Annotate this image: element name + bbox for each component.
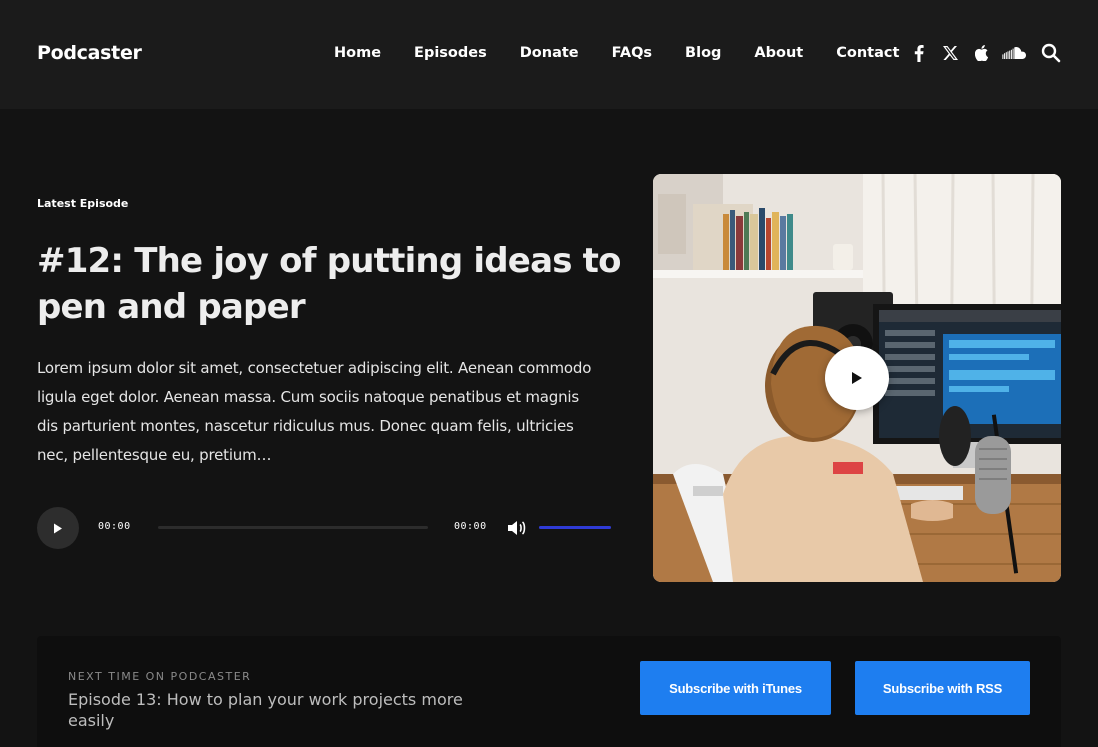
site-logo[interactable]: Podcaster: [37, 42, 142, 64]
episode-description: Lorem ipsum dolor sit amet, consectetuer…: [37, 359, 592, 464]
x-icon[interactable]: [939, 42, 961, 64]
nav-blog[interactable]: Blog: [685, 45, 721, 61]
social-links: [908, 42, 1036, 64]
episode-title[interactable]: #12: The joy of putting ideas to pen and…: [37, 238, 627, 330]
play-icon: [852, 372, 862, 384]
nav-faqs[interactable]: FAQs: [612, 45, 652, 61]
next-episode-title: Episode 13: How to plan your work projec…: [68, 690, 463, 730]
episode-image[interactable]: [653, 174, 1061, 582]
next-episode-banner: NEXT TIME ON PODCASTER Episode 13: How t…: [37, 636, 1061, 747]
site-header: Podcaster Home Episodes Donate FAQs Blog…: [0, 0, 1098, 109]
subscribe-rss-button[interactable]: Subscribe with RSS: [855, 661, 1030, 715]
latest-episode-label: Latest Episode: [37, 197, 129, 210]
apple-icon[interactable]: [970, 42, 992, 64]
search-icon[interactable]: [1041, 43, 1063, 65]
volume-slider[interactable]: [539, 526, 611, 529]
nav-episodes[interactable]: Episodes: [414, 45, 487, 61]
video-play-button[interactable]: [825, 346, 889, 410]
subscribe-itunes-button[interactable]: Subscribe with iTunes: [640, 661, 831, 715]
audio-play-button[interactable]: [37, 507, 79, 549]
nav-home[interactable]: Home: [334, 45, 381, 61]
play-icon: [54, 523, 62, 533]
next-episode-label: NEXT TIME ON PODCASTER: [68, 670, 252, 683]
nav-about[interactable]: About: [754, 45, 803, 61]
audio-player: 00:00 00:00: [37, 507, 612, 549]
nav-donate[interactable]: Donate: [520, 45, 579, 61]
seek-bar[interactable]: [158, 526, 428, 529]
soundcloud-icon[interactable]: [1001, 42, 1027, 64]
nav-contact[interactable]: Contact: [836, 45, 899, 61]
current-time: 00:00: [98, 521, 131, 532]
main-nav: Home Episodes Donate FAQs Blog About Con…: [334, 45, 932, 61]
duration-time: 00:00: [454, 521, 487, 532]
volume-level: [539, 526, 611, 529]
facebook-icon[interactable]: [908, 42, 930, 64]
volume-icon[interactable]: [507, 519, 527, 537]
